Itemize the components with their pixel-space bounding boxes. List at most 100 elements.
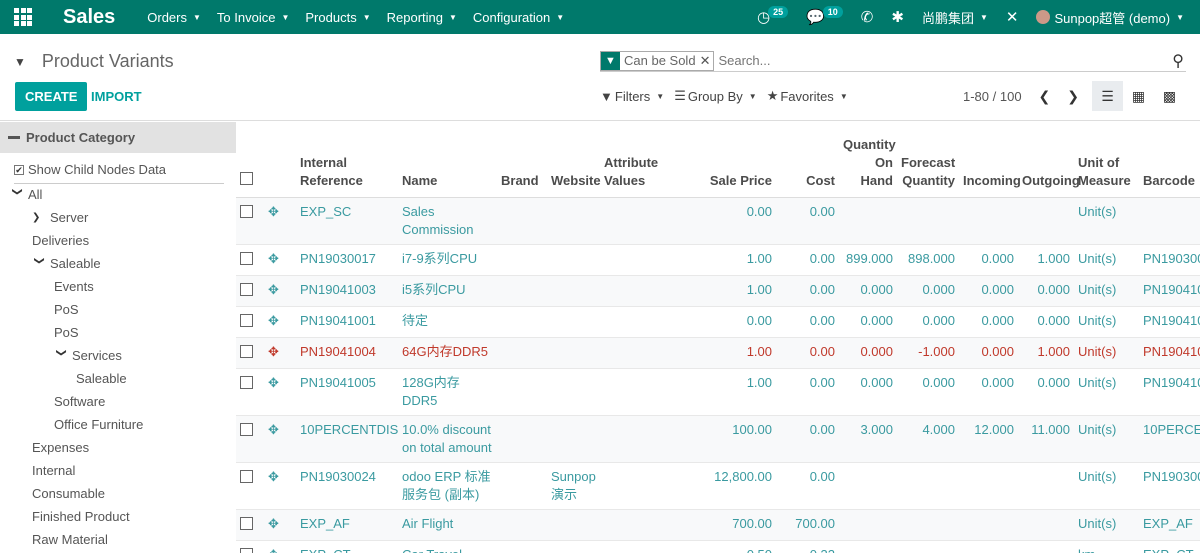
search-icon[interactable]: ⚲ <box>1172 51 1184 71</box>
row-checkbox[interactable] <box>240 547 253 553</box>
cell-forecast <box>897 539 959 553</box>
col-cost[interactable]: Cost <box>776 122 839 198</box>
col-sale-price[interactable]: Sale Price <box>700 122 776 198</box>
table-row[interactable]: ✥ EXP_SC Sales Commission 0.00 0.00 Unit(s) <box>236 196 1200 244</box>
tree-node[interactable]: ❯ Saleable <box>32 256 101 271</box>
app-title[interactable]: Sales <box>63 6 115 29</box>
tree-node[interactable]: ❯ Services <box>54 348 122 363</box>
tree-node[interactable]: Expenses <box>32 440 89 455</box>
show-child-nodes-toggle[interactable]: ✔ Show Child Nodes Data <box>14 162 224 184</box>
chevron-down-icon[interactable]: ❯ <box>12 188 23 202</box>
chevron-left-icon[interactable]: ❮ <box>1039 88 1051 105</box>
col-internal-ref[interactable]: Internal Reference <box>296 122 398 198</box>
list-view-button[interactable]: ☰ <box>1092 81 1123 111</box>
row-checkbox[interactable] <box>240 313 253 327</box>
col-brand[interactable]: Brand <box>497 122 547 198</box>
row-checkbox[interactable] <box>240 282 253 296</box>
drag-handle-icon[interactable]: ✥ <box>268 547 279 553</box>
tree-node[interactable]: Saleable <box>76 371 127 386</box>
tree-node[interactable]: Software <box>54 394 105 409</box>
grid-view-button[interactable]: ▩ <box>1154 81 1185 111</box>
drag-handle-icon[interactable]: ✥ <box>268 344 279 359</box>
import-button[interactable]: IMPORT <box>91 82 142 111</box>
table-row[interactable]: ✥ PN19041001 待定 0.00 0.00 0.000 0.000 0.000 0.00… <box>236 305 1200 337</box>
create-button[interactable]: CREATE <box>15 82 88 111</box>
menu-reporting[interactable]: Reporting ▼ <box>379 10 465 25</box>
company-switcher[interactable]: 尚鹏集团 ▼ <box>913 0 997 34</box>
table-row[interactable]: ✥EXP_CTCar Travel0.500.32kmEXP_CT <box>236 539 1200 553</box>
cell-brand <box>497 196 547 244</box>
drag-handle-icon[interactable]: ✥ <box>268 313 279 328</box>
sidebar-header[interactable]: Product Category <box>0 122 236 153</box>
drag-handle-icon[interactable]: ✥ <box>268 375 279 390</box>
menu-to-invoice[interactable]: To Invoice ▼ <box>209 10 297 25</box>
apps-menu-icon[interactable] <box>0 0 46 34</box>
col-uom[interactable]: Unit of Measure <box>1074 122 1139 198</box>
select-all-checkbox[interactable] <box>240 171 253 185</box>
drag-handle-icon[interactable]: ✥ <box>268 422 279 437</box>
tree-node[interactable]: ❯ Server <box>32 210 88 225</box>
row-checkbox[interactable] <box>240 344 253 358</box>
chevron-right-icon[interactable]: ❯ <box>32 212 46 223</box>
drag-handle-icon[interactable]: ✥ <box>268 282 279 297</box>
col-forecast[interactable]: Forecast Quantity <box>897 122 959 198</box>
drag-handle-icon[interactable]: ✥ <box>268 204 279 219</box>
chevron-right-icon[interactable]: ❯ <box>1067 88 1079 105</box>
tree-node[interactable]: Deliveries <box>32 233 89 248</box>
menu-products[interactable]: Products ▼ <box>297 10 378 25</box>
row-checkbox[interactable] <box>240 422 253 436</box>
table-row[interactable]: ✥ PN19041005 128G内存DDR5 1.00 0.00 0.000 0.000 0… <box>236 367 1200 415</box>
tree-node[interactable]: Raw Material <box>32 532 108 547</box>
table-row[interactable]: ✥ PN19041003 i5系列CPU 1.00 0.00 0.000 0.000 0.00… <box>236 274 1200 306</box>
row-checkbox[interactable] <box>240 469 253 483</box>
debug-menu[interactable]: ✱ <box>882 0 913 34</box>
tools-menu[interactable]: ✕ <box>997 0 1028 34</box>
col-barcode[interactable]: Barcode <box>1139 122 1200 198</box>
search-input[interactable] <box>718 53 1159 68</box>
group-by-dropdown[interactable]: ☰ Group By ▼ <box>674 88 757 104</box>
row-checkbox[interactable] <box>240 516 253 530</box>
pager-value[interactable]: 1-80 / 100 <box>963 89 1022 104</box>
col-attribute-values[interactable]: Attribute Values <box>600 122 700 198</box>
user-menu[interactable]: Sunpop超管 (demo) ▼ <box>1027 0 1200 34</box>
table-row[interactable]: ✥ PN19030017 i7-9系列CPU 1.00 0.00 899.000 898.0… <box>236 243 1200 275</box>
table-row[interactable]: ✥ PN19030024 odoo ERP 标准服务包 (副本) Sunpop 演示 1… <box>236 461 1200 509</box>
menu-configuration[interactable]: Configuration ▼ <box>465 10 572 25</box>
phone-menu[interactable]: ✆ <box>852 0 883 34</box>
tree-node[interactable]: Events <box>54 279 94 294</box>
menu-orders[interactable]: Orders ▼ <box>139 10 209 25</box>
tree-node[interactable]: Internal <box>32 463 75 478</box>
col-outgoing[interactable]: Outgoing <box>1018 122 1080 198</box>
tree-node[interactable]: Finished Product <box>32 509 130 524</box>
tree-node[interactable]: Office Furniture <box>54 417 143 432</box>
table-row[interactable]: ✥ 10PERCENTDISC 10.0% discount on total am… <box>236 414 1200 462</box>
messaging-menu[interactable]: 💬 10 <box>797 0 852 34</box>
remove-facet-icon[interactable]: ✕ <box>700 53 714 69</box>
search-facet[interactable]: ▼ Can be Sold ✕ <box>600 50 715 71</box>
chevron-down-icon[interactable]: ❯ <box>56 349 67 363</box>
kanban-view-button[interactable]: ▦ <box>1123 81 1154 111</box>
col-website[interactable]: Website <box>547 122 601 198</box>
table-row[interactable]: ✥ PN19041004 64G内存DDR5 1.00 0.00 0.000 -1.000 0… <box>236 336 1200 368</box>
favorites-dropdown[interactable]: ★ Favorites ▼ <box>767 88 848 104</box>
row-checkbox[interactable] <box>240 204 253 218</box>
drag-handle-icon[interactable]: ✥ <box>268 469 279 484</box>
tree-node[interactable]: ❯ All <box>10 187 43 202</box>
chevron-down-icon[interactable]: ▼ <box>14 55 26 69</box>
activity-menu[interactable]: ◷ 25 <box>748 0 797 34</box>
col-qty-on-hand[interactable]: Quantity On Hand <box>839 122 897 198</box>
drag-handle-icon[interactable]: ✥ <box>268 516 279 531</box>
row-checkbox[interactable] <box>240 251 253 265</box>
row-checkbox[interactable] <box>240 375 253 389</box>
tree-node[interactable]: Consumable <box>32 486 105 501</box>
filters-dropdown[interactable]: ▼ Filters ▼ <box>600 89 664 104</box>
col-name[interactable]: Name <box>398 122 497 198</box>
tree-node[interactable]: PoS <box>54 302 79 317</box>
drag-handle-icon[interactable]: ✥ <box>268 251 279 266</box>
tree-node-label: Expenses <box>32 440 90 455</box>
tree-node[interactable]: PoS <box>54 325 79 340</box>
checkbox-checked-icon[interactable]: ✔ <box>14 164 24 175</box>
table-row[interactable]: ✥ EXP_AF Air Flight 700.00 700.00 Unit(s) EXP_… <box>236 508 1200 540</box>
chevron-down-icon[interactable]: ❯ <box>34 257 45 271</box>
col-incoming[interactable]: Incoming <box>959 122 1021 198</box>
